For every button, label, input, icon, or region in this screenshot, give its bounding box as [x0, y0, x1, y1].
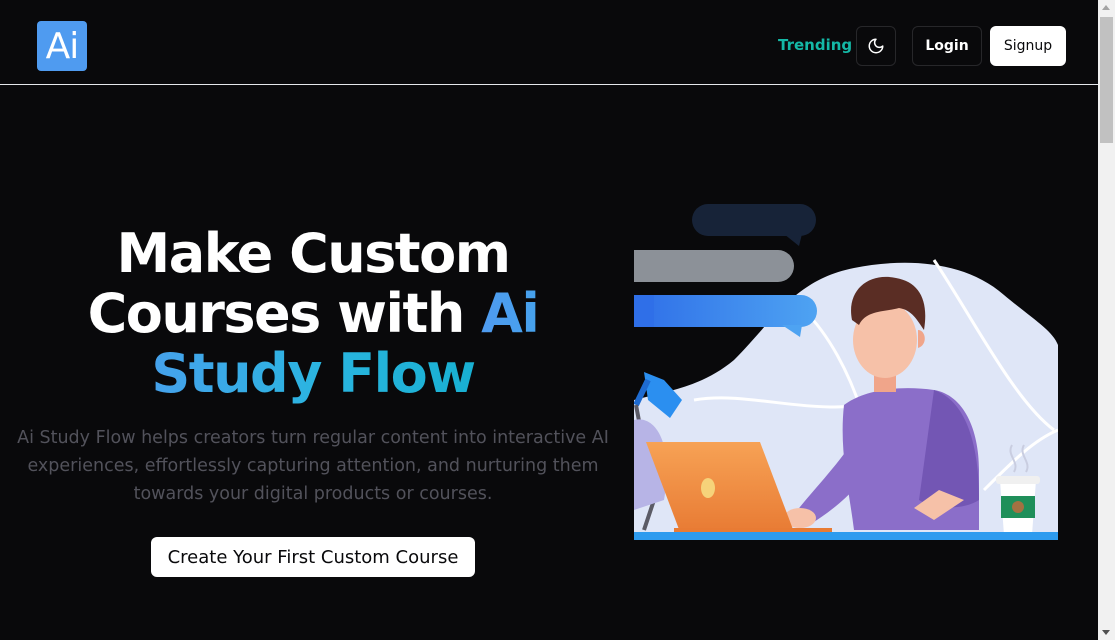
trending-link[interactable]: Trending — [778, 36, 852, 54]
vertical-scrollbar[interactable] — [1098, 0, 1115, 640]
signup-button[interactable]: Signup — [990, 26, 1066, 66]
hero-subtitle: Ai Study Flow helps creators turn regula… — [17, 428, 609, 504]
scroll-up-arrow-icon[interactable] — [1102, 5, 1110, 10]
scroll-thumb[interactable] — [1100, 17, 1113, 143]
login-button[interactable]: Login — [912, 26, 982, 66]
theme-toggle-button[interactable] — [856, 26, 896, 66]
create-course-button[interactable]: Create Your First Custom Course — [151, 537, 475, 577]
scroll-down-arrow-icon[interactable] — [1102, 630, 1110, 635]
person-at-laptop-illustration — [614, 200, 1059, 540]
hero-title-main: Make Custom Courses with — [87, 222, 511, 345]
top-navbar: Ai Trending Login Signup — [0, 0, 1098, 85]
hero-title: Make Custom Courses with Ai Study Flow — [10, 224, 616, 404]
moon-icon — [867, 37, 885, 55]
ai-logo[interactable]: Ai — [37, 21, 87, 71]
